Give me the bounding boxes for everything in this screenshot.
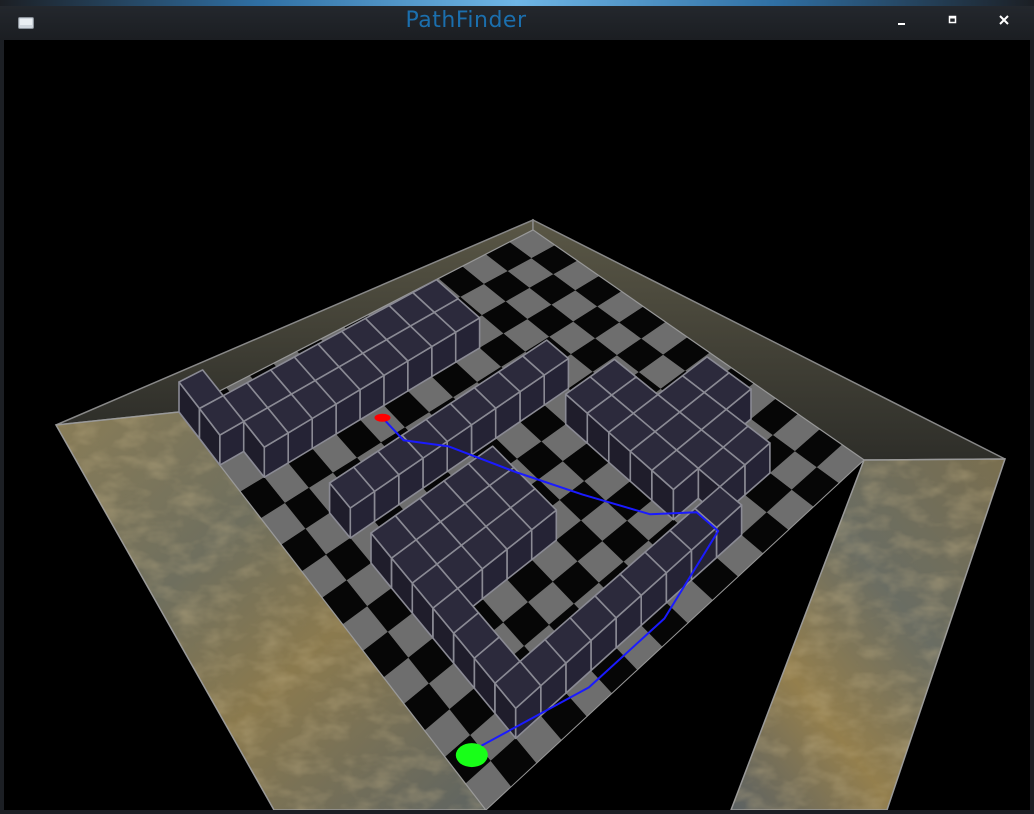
minimize-button[interactable] [880,6,924,34]
maximize-icon [947,14,959,26]
3d-viewport[interactable] [4,40,1030,810]
goal-marker [455,743,488,768]
maximize-button[interactable] [931,6,975,34]
app-window: PathFinder [0,0,1034,814]
title-bar[interactable]: PathFinder [0,0,1034,40]
close-icon [998,14,1010,26]
window-title: PathFinder [405,8,527,33]
maze-scene [54,218,1007,810]
minimize-icon [896,14,908,26]
title-bar-highlight [0,0,1034,6]
start-marker [374,413,391,422]
close-button[interactable] [982,6,1026,34]
